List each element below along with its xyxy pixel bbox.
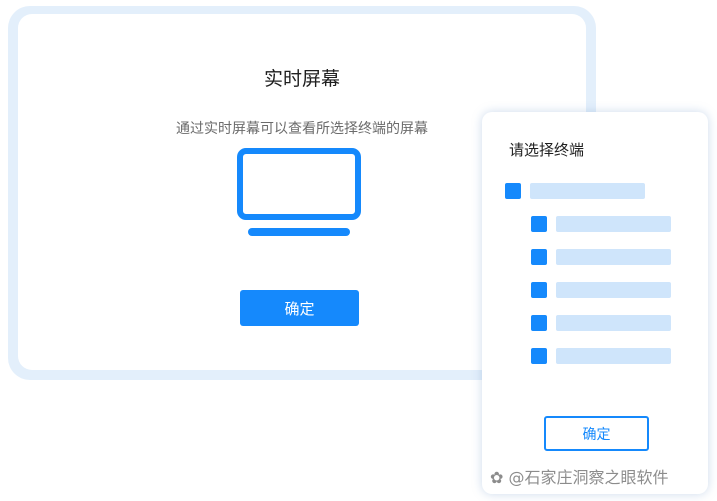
watermark-text: @石家庄洞察之眼软件 — [508, 468, 669, 487]
panel-confirm-button[interactable]: 确定 — [544, 416, 649, 451]
tree-child-item[interactable] — [531, 282, 671, 298]
checkbox[interactable] — [531, 348, 547, 364]
placeholder-bar — [556, 216, 671, 232]
tree-child-item[interactable] — [531, 348, 671, 364]
tree-child-item[interactable] — [531, 315, 671, 331]
paw-icon: ✿ — [490, 468, 504, 487]
monitor-icon — [237, 148, 361, 236]
checkbox[interactable] — [531, 315, 547, 331]
placeholder-bar — [556, 315, 671, 331]
checkbox[interactable] — [531, 249, 547, 265]
panel-title: 请选择终端 — [509, 141, 585, 159]
confirm-button[interactable]: 确定 — [240, 290, 359, 326]
tree-child-item[interactable] — [531, 216, 671, 232]
placeholder-bar — [530, 183, 645, 199]
checkbox[interactable] — [531, 216, 547, 232]
stage: 实时屏幕 通过实时屏幕可以查看所选择终端的屏幕 确定 请选择终端 确定 ✿ @石… — [0, 0, 717, 501]
placeholder-bar — [556, 348, 671, 364]
checkbox[interactable] — [531, 282, 547, 298]
dialog-title: 实时屏幕 — [263, 68, 340, 90]
tree-child-item[interactable] — [531, 249, 671, 265]
placeholder-bar — [556, 282, 671, 298]
checkbox[interactable] — [505, 183, 521, 199]
placeholder-bar — [556, 249, 671, 265]
tree-root-item[interactable] — [505, 183, 645, 199]
watermark: ✿ @石家庄洞察之眼软件 — [490, 464, 669, 488]
terminal-select-panel: 请选择终端 确定 — [482, 112, 708, 494]
